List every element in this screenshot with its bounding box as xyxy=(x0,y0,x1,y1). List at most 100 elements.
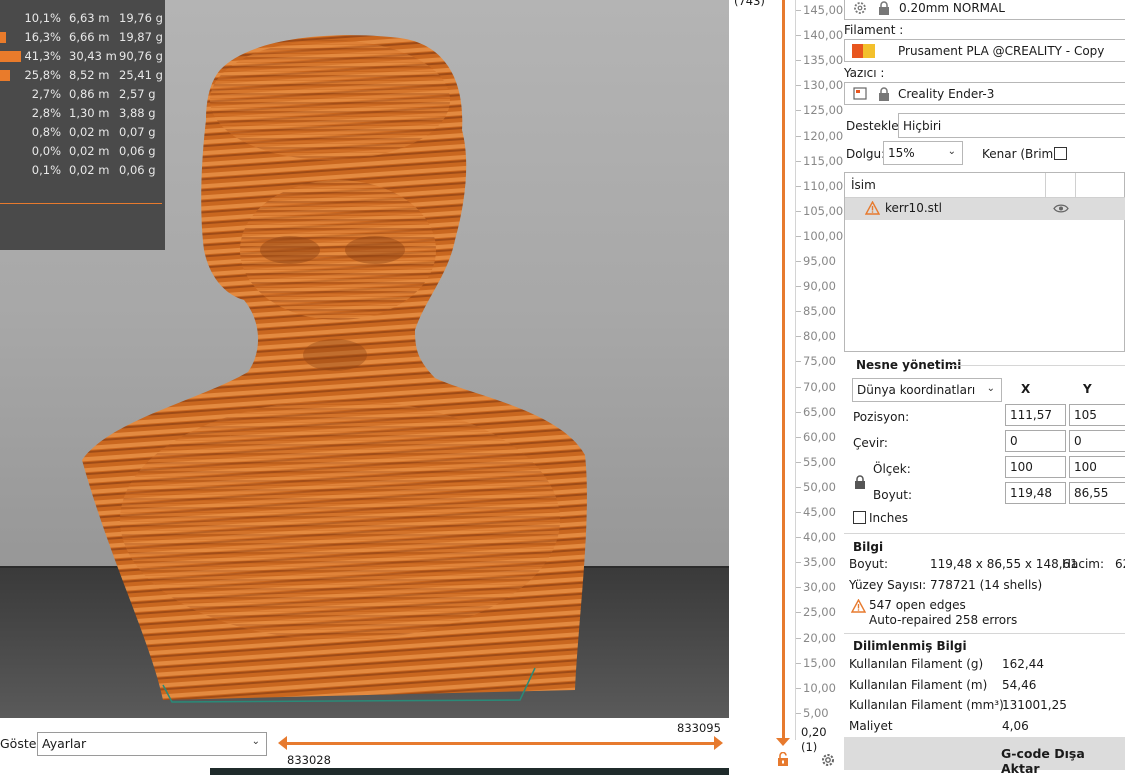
layer-height-tick xyxy=(796,10,801,11)
section-divider xyxy=(844,633,1125,634)
layer-height-tick-label: 50,00 xyxy=(803,479,836,494)
lock-icon xyxy=(879,1,889,15)
chevron-down-icon: ⌄ xyxy=(947,146,956,157)
brim-label: Kenar (Brim): xyxy=(982,147,1062,161)
layer-height-tick xyxy=(796,562,801,564)
layer-height-tick xyxy=(796,411,801,413)
coord-mode-combo[interactable]: Dünya koordinatları ⌄ xyxy=(852,378,1002,402)
legend-length: 8,52 m xyxy=(69,68,110,82)
info-volume-label: Hacim: xyxy=(1062,557,1105,571)
layer-height-tick-label: 75,00 xyxy=(803,354,836,369)
legend-percent: 16,3% xyxy=(24,30,61,44)
info-facets-value: 778721 (14 shells) xyxy=(930,578,1043,592)
info-warning-edges: 547 open edges xyxy=(869,598,966,612)
position-label: Pozisyon: xyxy=(853,410,910,424)
layer-height-tick-label: 70,00 xyxy=(803,379,836,394)
chevron-down-icon: ⌄ xyxy=(986,383,995,394)
print-profile-combo[interactable]: 0.20mm NORMAL xyxy=(844,0,1125,20)
layer-height-tick xyxy=(796,436,801,438)
object-name: kerr10.stl xyxy=(885,201,942,215)
layer-height-tick xyxy=(796,261,801,262)
layer-height-tick-label: 65,00 xyxy=(803,404,836,419)
legend-percent: 41,3% xyxy=(24,49,61,63)
export-gcode-button[interactable]: G-code Dışa Aktar xyxy=(844,737,1125,776)
object-list[interactable]: İsim kerr10.stl xyxy=(844,172,1125,352)
unlock-icon[interactable] xyxy=(776,752,790,766)
layer-slider-handle[interactable] xyxy=(776,738,790,746)
layer-height-tick xyxy=(796,612,801,614)
layer-height-tick-label: 55,00 xyxy=(803,454,836,469)
warning-icon xyxy=(865,201,880,215)
layer-height-tick xyxy=(796,235,801,237)
position-y-input[interactable]: 105 xyxy=(1069,404,1125,426)
range-right-value: 833095 xyxy=(677,721,721,735)
object-list-header: İsim xyxy=(845,173,1125,198)
range-slider-right-handle[interactable] xyxy=(714,736,723,750)
column-divider xyxy=(1045,173,1046,198)
infill-combo[interactable]: 15% ⌄ xyxy=(883,141,963,165)
filament-color-swatch xyxy=(863,44,875,58)
legend-length: 0,02 m xyxy=(69,125,110,139)
brim-checkbox[interactable] xyxy=(1054,147,1067,160)
warning-icon xyxy=(851,599,866,613)
layer-height-tick-label: 60,00 xyxy=(803,429,836,444)
show-select[interactable]: Ayarlar ⌄ xyxy=(37,732,267,756)
legend-percent: 2,8% xyxy=(31,106,61,120)
layer-height-tick xyxy=(796,361,801,363)
rotate-y-input[interactable]: 0 xyxy=(1069,430,1125,452)
layer-height-tick-label: 35,00 xyxy=(803,555,836,570)
lock-icon[interactable] xyxy=(854,475,866,489)
layer-height-tick xyxy=(796,537,801,539)
eye-icon[interactable] xyxy=(1053,203,1069,214)
legend-weight: 19,87 g xyxy=(119,30,163,44)
layer-height-tick xyxy=(796,35,801,37)
info-volume-value: 62 xyxy=(1115,557,1125,571)
legend-panel: 10,1% 6,63 m 19,76 g 16,3% 6,66 m 19,87 g 41,3… xyxy=(0,0,165,250)
printer-icon xyxy=(853,87,867,100)
layer-height-tick xyxy=(796,286,801,288)
legend-divider xyxy=(0,203,162,204)
layer-height-tick-label: 90,00 xyxy=(803,279,836,294)
size-y-input[interactable]: 86,55 xyxy=(1069,482,1125,504)
position-x-input[interactable]: 111,57 xyxy=(1005,404,1066,426)
printer-combo[interactable]: Creality Ender-3 xyxy=(844,82,1125,105)
legend-percent: 0,1% xyxy=(31,163,61,177)
layer-height-tick xyxy=(796,110,801,112)
layer-height-tick-label: 145,00 xyxy=(803,3,844,17)
legend-bar xyxy=(0,70,10,81)
legend-weight: 3,88 g xyxy=(119,106,156,120)
legend-weight: 19,76 g xyxy=(119,11,163,25)
layer-height-tick-label: 140,00 xyxy=(803,28,844,43)
legend-weight: 0,07 g xyxy=(119,125,156,139)
info-title: Bilgi xyxy=(853,540,884,554)
layer-height-tick xyxy=(796,461,801,463)
inches-checkbox[interactable] xyxy=(853,511,866,524)
axis-x-label: X xyxy=(1021,382,1031,396)
legend-percent: 10,1% xyxy=(24,11,61,25)
3d-viewport[interactable]: 10,1% 6,63 m 19,76 g 16,3% 6,66 m 19,87 g 41,3… xyxy=(0,0,729,718)
legend-row: 0,0% 0,02 m 0,06 g xyxy=(0,142,165,161)
filament-combo[interactable]: Prusament PLA @CREALITY - Copy xyxy=(844,39,1125,62)
legend-bar xyxy=(0,32,6,43)
rotate-x-input[interactable]: 0 xyxy=(1005,430,1066,452)
size-x-input[interactable]: 119,48 xyxy=(1005,482,1066,504)
object-list-row[interactable]: kerr10.stl xyxy=(845,198,1125,220)
column-name-header[interactable]: İsim xyxy=(851,178,876,192)
layer-height-tick xyxy=(796,587,801,589)
cost-value: 4,06 xyxy=(1002,719,1029,733)
scale-x-input[interactable]: 100 xyxy=(1005,456,1066,478)
layer-slider-top-label: (743) xyxy=(734,0,765,8)
layer-height-tick-label: 25,00 xyxy=(803,605,836,620)
horizontal-range-slider[interactable] xyxy=(284,742,718,745)
layer-slider[interactable] xyxy=(782,0,785,738)
rotate-label: Çevir: xyxy=(853,436,888,450)
scale-y-input[interactable]: 100 xyxy=(1069,456,1125,478)
legend-percent: 2,7% xyxy=(31,87,61,101)
supports-combo[interactable]: Hiçbiri xyxy=(898,113,1125,138)
gear-icon[interactable] xyxy=(820,752,836,768)
legend-length: 6,63 m xyxy=(69,11,110,25)
layer-height-tick xyxy=(796,637,801,639)
layer-height-tick-label: 100,00 xyxy=(803,228,844,243)
layer-height-tick-label: 80,00 xyxy=(803,329,836,344)
layer-height-tick xyxy=(796,662,801,664)
